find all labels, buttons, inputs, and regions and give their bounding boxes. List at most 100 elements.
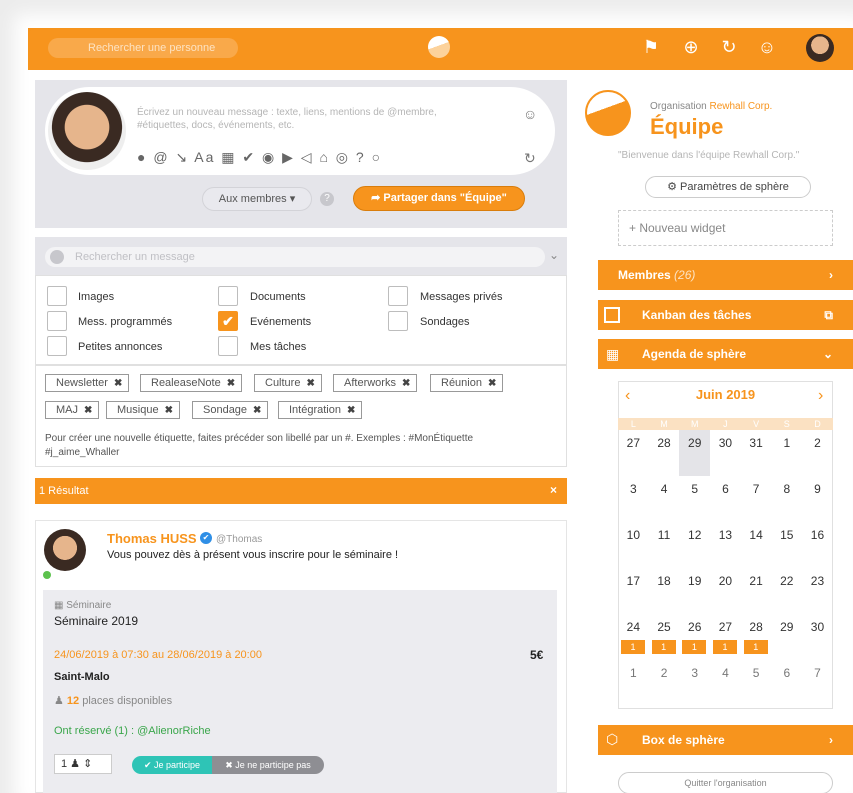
tag-chip[interactable]: Intégration ✖ [278,401,363,419]
tag-chip[interactable]: Musique ✖ [106,401,180,419]
tag-chip[interactable]: MAJ ✖ [45,401,100,419]
filter-checkbox-images[interactable] [47,286,67,306]
calendar-day[interactable]: 8 [771,476,802,522]
close-icon[interactable]: ✖ [227,378,235,389]
event-count-badge[interactable]: 1 [621,640,645,654]
calendar-day[interactable]: 4 [710,660,741,710]
event-count-badge[interactable]: 1 [682,640,707,654]
calendar-day[interactable]: 30 [710,430,741,476]
quit-organisation-button[interactable]: Quitter l'organisation [618,772,833,793]
filter-checkbox-documents[interactable] [218,286,238,306]
event-count-badge[interactable]: 1 [651,640,676,654]
calendar-day[interactable]: 15 [771,522,802,568]
tag-chip[interactable]: RealeaseNote ✖ [140,374,243,392]
calendar-day[interactable]: 5 [679,476,710,522]
chevron-down-icon[interactable]: ⌄ [549,248,559,262]
close-icon[interactable]: ✖ [488,378,496,389]
calendar-day[interactable]: 12 [679,522,710,568]
filter-checkbox-scheduled[interactable] [47,311,67,331]
calendar-day[interactable]: 23 [802,568,833,614]
composer-placeholder[interactable]: Écrivez un nouveau message : texte, lien… [137,106,477,132]
calendar-day[interactable]: 28 [649,430,680,476]
close-icon[interactable]: ✖ [347,405,355,416]
post-author-name[interactable]: Thomas HUSS [107,531,197,546]
chevron-right-icon[interactable]: › [818,387,823,405]
tag-chip[interactable]: Newsletter ✖ [45,374,130,392]
tag-chip[interactable]: Sondage ✖ [192,401,269,419]
calendar-day[interactable]: 6 [771,660,802,710]
calendar-day[interactable]: 3 [618,476,649,522]
add-contact-icon[interactable]: ☺ [756,36,778,58]
calendar-day[interactable]: 7 [802,660,833,710]
help-icon[interactable]: ? [320,192,334,206]
participate-button[interactable]: ✔ Je participe [132,756,212,774]
calendar-day[interactable]: 2 [802,430,833,476]
user-avatar[interactable] [806,34,834,62]
calendar-day[interactable]: 20 [710,568,741,614]
calendar-day[interactable]: 28 1 [741,614,772,660]
calendar-day[interactable]: 29 [771,614,802,660]
add-team-icon[interactable]: ⊕ [680,36,702,58]
calendar-day[interactable]: 21 [741,568,772,614]
calendar-day[interactable]: 5 [741,660,772,710]
person-search-input[interactable]: Rechercher une personne [48,38,238,58]
event-count-badge[interactable]: 1 [713,640,738,654]
close-icon[interactable]: ✖ [84,405,92,416]
calendar-day[interactable]: 6 [710,476,741,522]
close-icon[interactable]: ✖ [306,378,314,389]
calendar-day[interactable]: 30 [802,614,833,660]
calendar-day[interactable]: 26 1 [679,614,710,660]
close-icon[interactable]: ✖ [402,378,410,389]
new-widget-button[interactable]: + Nouveau widget [618,210,833,246]
calendar-day[interactable]: 1 [618,660,649,710]
calendar-day[interactable]: 29 [679,430,711,476]
filter-checkbox-events[interactable]: ✔ [218,311,238,331]
calendar-day[interactable]: 19 [679,568,710,614]
post-author-handle[interactable]: @Thomas [216,534,262,545]
calendar-day[interactable]: 13 [710,522,741,568]
close-icon[interactable]: ✖ [114,378,122,389]
calendar-day[interactable]: 14 [741,522,772,568]
calendar-day[interactable]: 31 [741,430,772,476]
calendar-day[interactable]: 17 [618,568,649,614]
calendar-day[interactable]: 22 [771,568,802,614]
event-count-badge[interactable]: 1 [743,640,768,654]
calendar-day[interactable]: 7 [741,476,772,522]
calendar-day[interactable]: 16 [802,522,833,568]
audience-dropdown[interactable]: Aux membres ▾ [202,187,312,211]
close-icon[interactable]: ✖ [253,405,261,416]
tag-chip[interactable]: Réunion ✖ [430,374,504,392]
quantity-stepper[interactable]: 1 ♟ ⇕ [54,754,112,774]
filter-checkbox-polls[interactable] [388,311,408,331]
sphere-settings-button[interactable]: ⚙ Paramètres de sphère [645,176,811,198]
calendar-day[interactable]: 4 [649,476,680,522]
emoji-icon[interactable]: ☺ [523,106,537,122]
add-sphere-icon[interactable]: ↻ [718,36,740,58]
whaller-logo-icon[interactable] [428,36,450,58]
event-title[interactable]: Séminaire 2019 [54,614,138,628]
calendar-day[interactable]: 11 [649,522,680,568]
filter-checkbox-classifieds[interactable] [47,336,67,356]
calendar-day[interactable]: 10 [618,522,649,568]
calendar-day[interactable]: 18 [649,568,680,614]
calendar-day[interactable]: 27 1 [710,614,741,660]
calendar-day[interactable]: 9 [802,476,833,522]
filter-checkbox-my-tasks[interactable] [218,336,238,356]
box-panel[interactable]: Box de sphère › [598,725,853,755]
post-author-avatar[interactable] [44,529,86,571]
close-icon[interactable]: ✖ [165,405,173,416]
composer-toolbar[interactable]: ● @ ↘ Aa ▦ ✔ ◉ ▶ ◁ ⌂ ◎ ? ○ [137,149,382,166]
share-button[interactable]: ➦ Partager dans "Équipe" [353,186,525,211]
kanban-panel[interactable]: Kanban des tâches ⧉ [598,300,853,330]
members-panel[interactable]: Membres (26) › [598,260,853,290]
close-icon[interactable]: × [550,483,557,497]
calendar-day[interactable]: 1 [771,430,802,476]
flag-icon[interactable]: ⚑ [640,36,662,58]
tag-chip[interactable]: Culture ✖ [254,374,322,392]
calendar-day[interactable]: 24 1 [618,614,649,660]
calendar-day[interactable]: 2 [649,660,680,710]
calendar-day[interactable]: 3 [679,660,710,710]
message-search-input[interactable]: Rechercher un message [45,247,545,267]
decline-button[interactable]: ✖ Je ne participe pas [212,756,324,774]
calendar-day[interactable]: 25 1 [649,614,680,660]
